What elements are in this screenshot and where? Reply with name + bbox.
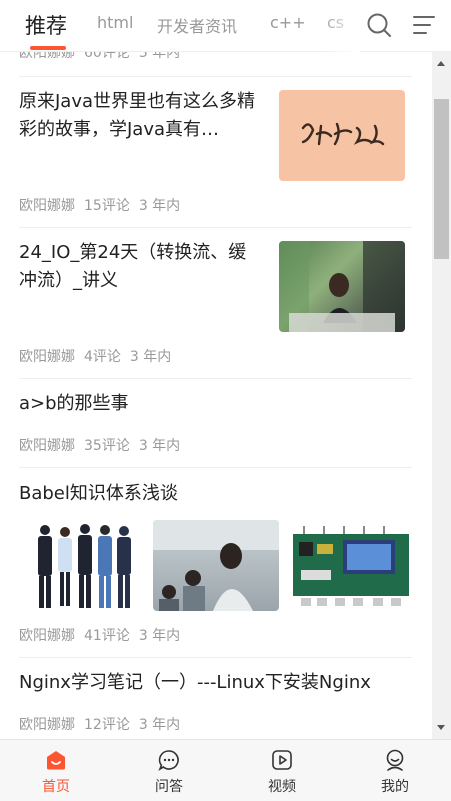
- scrollbar-thumb[interactable]: [434, 99, 449, 259]
- article-thumbnail-circuit-board[interactable]: [287, 520, 413, 611]
- author-name: 欧阳娜娜: [19, 52, 75, 61]
- article-meta: 欧阳娜娜 15评论 3 年内: [19, 195, 189, 215]
- active-tab-indicator: [30, 46, 66, 50]
- article-thumbnail-business-people[interactable]: [19, 520, 145, 611]
- post-time: 3 年内: [138, 52, 181, 61]
- comment-count: 60评论: [84, 52, 130, 61]
- post-time: 3 年内: [138, 198, 181, 214]
- home-icon: [47, 751, 65, 770]
- comment-count: 4评论: [84, 349, 121, 365]
- list-item[interactable]: 欧阳娜娜 60评论 3 年内: [19, 52, 412, 77]
- article-meta: 欧阳娜娜 35评论 3 年内: [19, 435, 189, 455]
- article-meta: 欧阳娜娜 41评论 3 年内: [19, 625, 189, 645]
- post-time: 3 年内: [129, 349, 172, 365]
- search-icon[interactable]: [366, 12, 392, 38]
- tab-recommend[interactable]: 推荐: [25, 10, 67, 40]
- comment-count: 15评论: [84, 198, 130, 214]
- nav-mine[interactable]: 我的: [339, 740, 451, 801]
- list-item[interactable]: 24_IO_第24天（转换流、缓冲流）_讲义 欧阳娜娜 4评论 3 年内: [19, 228, 412, 379]
- tab-dev-news[interactable]: 开发者资讯: [157, 13, 237, 37]
- list-item[interactable]: a>b的那些事 欧阳娜娜 35评论 3 年内: [19, 379, 412, 468]
- author-name: 欧阳娜娜: [19, 198, 75, 214]
- author-name: 欧阳娜娜: [19, 438, 75, 454]
- author-name: 欧阳娜娜: [19, 717, 75, 733]
- article-title[interactable]: a>b的那些事: [19, 390, 129, 418]
- article-title[interactable]: Babel知识体系浅谈: [19, 480, 178, 508]
- video-icon: [272, 750, 292, 770]
- nav-qa-label: 问答: [155, 779, 183, 795]
- nav-mine-label: 我的: [381, 779, 409, 795]
- top-header: 推荐 html 开发者资讯 c++ cs: [0, 0, 451, 52]
- user-icon: [386, 749, 404, 771]
- comment-count: 12评论: [84, 717, 130, 733]
- chat-icon: [158, 750, 179, 771]
- article-meta: 欧阳娜娜 60评论 3 年内: [19, 52, 189, 62]
- nav-qa[interactable]: 问答: [113, 740, 225, 801]
- list-item[interactable]: 原来Java世界里也有这么多精彩的故事，学Java真有… 欧阳娜娜 15评论 3 年…: [19, 77, 412, 228]
- comment-count: 35评论: [84, 438, 130, 454]
- article-meta: 欧阳娜娜 12评论 3 年内: [19, 714, 189, 734]
- article-feed: 欧阳娜娜 60评论 3 年内 原来Java世界里也有这么多精彩的故事，学Java真有…: [0, 52, 432, 739]
- bottom-navigation: 首页 问答 视频 我的: [0, 739, 451, 801]
- article-thumbnail-calligraphy[interactable]: [279, 90, 405, 181]
- comment-count: 41评论: [84, 628, 130, 644]
- vertical-scrollbar[interactable]: [432, 52, 451, 739]
- nav-home-label: 首页: [42, 779, 70, 795]
- post-time: 3 年内: [138, 628, 181, 644]
- article-title[interactable]: 24_IO_第24天（转换流、缓冲流）_讲义: [19, 239, 264, 295]
- author-name: 欧阳娜娜: [19, 628, 75, 644]
- list-item[interactable]: Babel知识体系浅谈 欧阳娜娜 41评论 3 年内: [19, 468, 413, 658]
- tab-cpp[interactable]: c++: [270, 13, 306, 32]
- scroll-up-arrow-icon[interactable]: [437, 61, 445, 66]
- scroll-down-arrow-icon[interactable]: [437, 725, 445, 730]
- menu-icon[interactable]: [412, 12, 438, 38]
- article-thumbnail-office[interactable]: [279, 241, 405, 332]
- author-name: 欧阳娜娜: [19, 349, 75, 365]
- article-title[interactable]: Nginx学习笔记（一）---Linux下安装Nginx: [19, 669, 371, 697]
- post-time: 3 年内: [138, 438, 181, 454]
- category-tabs: 推荐 html 开发者资讯 c++ cs: [0, 0, 360, 52]
- nav-video-label: 视频: [268, 779, 296, 795]
- article-title[interactable]: 原来Java世界里也有这么多精彩的故事，学Java真有…: [19, 88, 264, 144]
- article-meta: 欧阳娜娜 4评论 3 年内: [19, 346, 180, 366]
- post-time: 3 年内: [138, 717, 181, 733]
- tabs-fade: [320, 0, 360, 52]
- nav-video[interactable]: 视频: [226, 740, 338, 801]
- nav-home[interactable]: 首页: [0, 740, 112, 801]
- list-item[interactable]: Nginx学习笔记（一）---Linux下安装Nginx 欧阳娜娜 12评论 3 年…: [19, 658, 412, 739]
- article-thumbnail-classroom[interactable]: [153, 520, 279, 611]
- tab-html[interactable]: html: [97, 13, 133, 32]
